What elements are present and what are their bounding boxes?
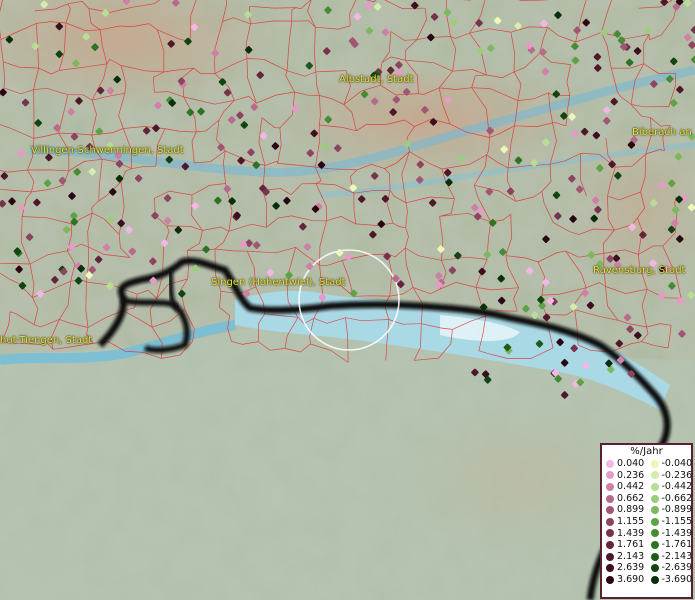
legend-entry-negative: -0.040 bbox=[647, 458, 692, 470]
legend-value: -3.690 bbox=[661, 573, 693, 585]
legend-value: -0.662 bbox=[661, 492, 693, 504]
legend-value: 2.639 bbox=[617, 562, 645, 574]
legend-row: 3.690 -3.690 bbox=[602, 574, 692, 586]
map-view[interactable]: Albstadt, Stadt Villingen-Schwenningen, … bbox=[0, 0, 695, 600]
legend-entry-negative: -0.662 bbox=[647, 493, 692, 505]
legend-value: 0.899 bbox=[617, 504, 645, 516]
legend-entry-negative: -3.690 bbox=[647, 574, 692, 586]
legend-row: 1.761 -1.761 bbox=[602, 539, 692, 551]
legend-value: 1.155 bbox=[617, 515, 645, 527]
legend-entry-positive: 1.761 bbox=[602, 539, 647, 551]
legend-value: -1.439 bbox=[661, 527, 693, 539]
map-canvas[interactable] bbox=[0, 0, 695, 600]
legend-swatch bbox=[606, 459, 614, 468]
city-label-villingen: Villingen-Schwenningen, Stadt bbox=[31, 145, 184, 156]
legend-row: 0.442 -0.442 bbox=[602, 481, 692, 493]
legend-swatch bbox=[606, 575, 614, 584]
legend-value: -0.899 bbox=[661, 504, 693, 516]
legend-row: 1.155 -1.155 bbox=[602, 516, 692, 528]
legend-rows: 0.040 -0.040 0.236 -0.236 0.442 -0.442 0.662 -0… bbox=[602, 458, 692, 586]
legend-swatch bbox=[650, 552, 659, 561]
legend-row: 0.899 -0.899 bbox=[602, 504, 692, 516]
legend-entry-positive: 0.442 bbox=[602, 481, 647, 493]
legend-row: 2.143 -2.143 bbox=[602, 551, 692, 563]
legend-value: 0.040 bbox=[617, 458, 645, 469]
legend-value: -2.143 bbox=[661, 550, 693, 562]
legend-value: -0.040 bbox=[661, 458, 693, 469]
legend-row: 0.236 -0.236 bbox=[602, 470, 692, 482]
city-label-tiengen: hut-Tiengen, Stadt bbox=[0, 335, 93, 346]
legend-value: 1.439 bbox=[617, 527, 645, 539]
legend-entry-negative: -0.899 bbox=[647, 504, 692, 516]
legend-swatch bbox=[650, 482, 659, 491]
legend-row: 2.639 -2.639 bbox=[602, 562, 692, 574]
legend-row: 0.040 -0.040 bbox=[602, 458, 692, 470]
legend-swatch bbox=[606, 482, 614, 491]
legend-row: 0.662 -0.662 bbox=[602, 493, 692, 505]
legend-entry-positive: 0.040 bbox=[602, 458, 647, 470]
legend-row: 1.439 -1.439 bbox=[602, 528, 692, 540]
legend: %/Jahr 0.040 -0.040 0.236 -0.236 0.442 -0.442… bbox=[600, 443, 693, 599]
legend-swatch bbox=[606, 529, 614, 538]
legend-entry-positive: 2.639 bbox=[602, 562, 647, 574]
legend-value: 3.690 bbox=[617, 573, 645, 585]
legend-entry-negative: -2.639 bbox=[647, 562, 692, 574]
legend-swatch bbox=[650, 506, 659, 515]
legend-swatch bbox=[606, 552, 614, 561]
legend-value: -1.155 bbox=[661, 515, 693, 527]
legend-swatch bbox=[650, 517, 659, 526]
legend-value: 0.662 bbox=[617, 492, 645, 504]
legend-swatch bbox=[650, 564, 659, 573]
legend-swatch bbox=[650, 459, 659, 468]
legend-swatch bbox=[606, 540, 614, 549]
legend-swatch bbox=[606, 517, 614, 526]
legend-entry-positive: 0.662 bbox=[602, 493, 647, 505]
legend-swatch bbox=[650, 540, 659, 549]
legend-swatch bbox=[650, 575, 659, 584]
legend-value: -1.761 bbox=[661, 539, 693, 551]
legend-value: 0.442 bbox=[617, 481, 645, 493]
legend-value: -0.442 bbox=[661, 481, 693, 493]
legend-swatch bbox=[606, 494, 614, 503]
legend-swatch bbox=[650, 529, 659, 538]
city-label-ravensburg: Ravensburg, Stadt bbox=[593, 265, 686, 276]
legend-entry-positive: 2.143 bbox=[602, 551, 647, 563]
legend-entry-positive: 0.899 bbox=[602, 504, 647, 516]
legend-value: 0.236 bbox=[617, 469, 645, 481]
legend-swatch bbox=[650, 494, 659, 503]
legend-value: 1.761 bbox=[617, 539, 645, 551]
legend-value: -0.236 bbox=[661, 469, 693, 481]
legend-entry-positive: 1.439 bbox=[602, 528, 647, 540]
legend-swatch bbox=[650, 471, 659, 480]
city-label-biberach: Biberach an bbox=[632, 127, 692, 138]
legend-title: %/Jahr bbox=[630, 446, 663, 457]
legend-entry-positive: 1.155 bbox=[602, 516, 647, 528]
legend-entry-negative: -0.236 bbox=[647, 470, 692, 482]
legend-entry-negative: -2.143 bbox=[647, 551, 692, 563]
city-label-singen: Singen (Hohentwiel), Stadt bbox=[211, 277, 346, 288]
legend-value: 2.143 bbox=[617, 550, 645, 562]
city-label-albstadt: Albstadt, Stadt bbox=[339, 74, 414, 85]
legend-entry-negative: -1.761 bbox=[647, 539, 692, 551]
legend-swatch bbox=[606, 564, 614, 573]
legend-swatch bbox=[606, 506, 614, 515]
legend-entry-negative: -0.442 bbox=[647, 481, 692, 493]
legend-value: -2.639 bbox=[661, 562, 693, 574]
legend-entry-negative: -1.439 bbox=[647, 528, 692, 540]
legend-entry-positive: 0.236 bbox=[602, 470, 647, 482]
legend-swatch bbox=[606, 471, 614, 480]
legend-entry-negative: -1.155 bbox=[647, 516, 692, 528]
legend-entry-positive: 3.690 bbox=[602, 574, 647, 586]
